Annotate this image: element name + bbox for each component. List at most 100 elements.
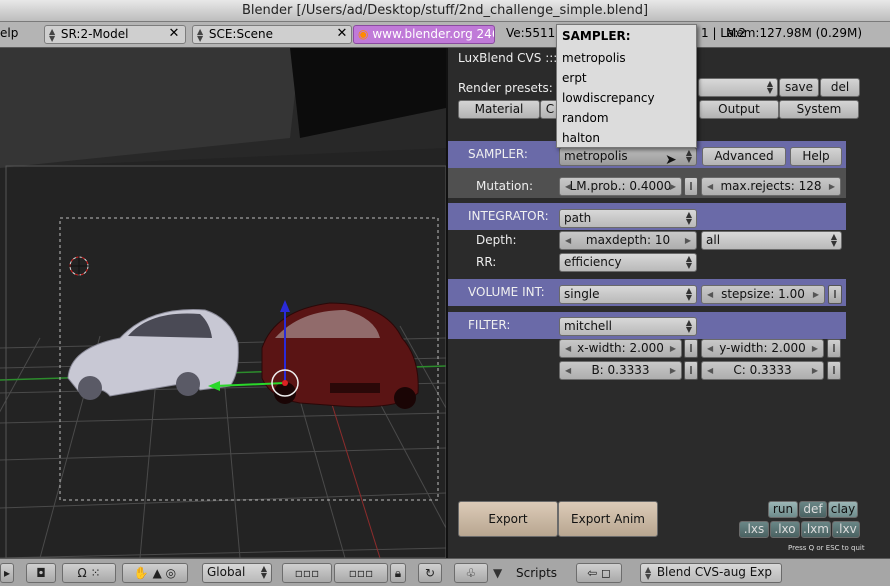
stepsize-toggle[interactable]: I	[828, 285, 842, 304]
save-preset-button[interactable]: save	[779, 78, 819, 97]
filter-label: FILTER:	[468, 318, 511, 332]
left-arrow-icon: ◀	[565, 366, 572, 375]
c-field[interactable]: ◀ C: 0.3333 ▶	[701, 361, 824, 380]
b-field[interactable]: ◀ B: 0.3333 ▶	[559, 361, 682, 380]
export-anim-button[interactable]: Export Anim	[558, 501, 658, 537]
rr-value: efficiency	[564, 255, 622, 269]
updown-icon: ▲ ▼	[49, 26, 56, 43]
lm-prob-toggle[interactable]: I	[684, 177, 698, 196]
updown-icon: ▲ ▼	[645, 564, 652, 581]
depth-label: Depth:	[476, 233, 517, 247]
maxdepth-text: maxdepth: 10	[585, 233, 671, 247]
help-menu[interactable]: elp	[0, 25, 42, 44]
website-link[interactable]: ◉ www.blender.org 246	[353, 25, 495, 44]
y-width-toggle[interactable]: I	[827, 339, 841, 358]
viewport-scene	[0, 48, 446, 558]
bottom-header: ▸ ◘ Ω ⁙ ✋ ▲ ◎ Global ▲ ▼ ▫▫▫ ▫▫▫ 🔒︎ ↻ ♧ ▼…	[0, 558, 890, 586]
sampler-value: metropolis	[564, 149, 628, 163]
layer-buttons-2[interactable]: ▫▫▫	[334, 563, 388, 583]
updown-icon: ▲ ▼	[685, 286, 692, 302]
run-button[interactable]: run	[768, 501, 798, 518]
dropdown-option-random[interactable]: random	[557, 108, 696, 128]
c-toggle[interactable]: I	[827, 361, 841, 380]
screen-name: SR:2-Model	[60, 27, 129, 41]
dropdown-option-halton[interactable]: halton	[557, 128, 696, 148]
dropdown-option-metropolis[interactable]: metropolis	[557, 48, 696, 68]
updown-icon: ▲ ▼	[197, 26, 204, 43]
script-nav-icons[interactable]: ⇦ ◻	[576, 563, 622, 583]
integrator-label: INTEGRATOR:	[468, 209, 549, 223]
mouse-cursor-icon: ➤	[665, 152, 677, 168]
x-width-field[interactable]: ◀ x-width: 2.000 ▶	[559, 339, 682, 358]
updown-icon: ▲ ▼	[685, 148, 692, 164]
script-select[interactable]: ▲ ▼ Blend CVS-aug Exp	[640, 563, 782, 583]
view-menu-icon[interactable]: ▸	[0, 563, 14, 583]
orientation-select[interactable]: Global ▲ ▼	[202, 563, 272, 583]
manipulator-icons[interactable]: ✋ ▲ ◎	[122, 563, 188, 583]
right-arrow-icon: ▶	[812, 290, 819, 299]
screen-selector[interactable]: ▲ ▼ SR:2-Model	[44, 25, 186, 44]
left-arrow-icon: ◀	[707, 290, 714, 299]
left-arrow-icon: ◀	[565, 236, 572, 245]
stepsize-field[interactable]: ◀ stepsize: 1.00 ▶	[701, 285, 825, 304]
close-screen-icon[interactable]: ✕	[166, 25, 182, 44]
scene-selector[interactable]: ▲ ▼ SCE:Scene	[192, 25, 352, 44]
delete-preset-button[interactable]: del	[820, 78, 860, 97]
refresh-icon[interactable]: ↻	[418, 563, 442, 583]
clay-button[interactable]: clay	[828, 501, 858, 518]
lxo-toggle[interactable]: .lxo	[770, 521, 800, 538]
rr-select[interactable]: efficiency ▲ ▼	[559, 253, 697, 272]
b-toggle[interactable]: I	[684, 361, 698, 380]
advanced-button[interactable]: Advanced	[702, 147, 786, 166]
def-button[interactable]: def	[799, 501, 827, 518]
close-scene-icon[interactable]: ✕	[334, 25, 350, 44]
lxs-toggle[interactable]: .lxs	[739, 521, 769, 538]
tab-system[interactable]: System	[779, 100, 859, 119]
max-rejects-text: max.rejects: 128	[720, 179, 822, 193]
x-width-toggle[interactable]: I	[684, 339, 698, 358]
sampler-dropdown: SAMPLER: metropolis erpt lowdiscrepancy …	[556, 24, 697, 148]
scripts-menu[interactable]: Scripts	[516, 566, 557, 580]
background-wall	[0, 48, 300, 168]
script-name: Blend CVS-aug Exp	[656, 565, 773, 579]
export-button[interactable]: Export	[458, 501, 558, 537]
script-window-icon[interactable]: ♧	[454, 563, 488, 583]
maxdepth-field[interactable]: ◀ maxdepth: 10 ▶	[559, 231, 697, 250]
depth-mode-value: all	[706, 233, 721, 247]
red-car-grille	[330, 383, 380, 393]
max-rejects-field[interactable]: ◀ max.rejects: 128 ▶	[701, 177, 841, 196]
mutation-label: Mutation:	[476, 179, 534, 193]
filter-select[interactable]: mitchell ▲ ▼	[559, 317, 697, 336]
3d-viewport[interactable]	[0, 48, 446, 558]
layer-buttons-1[interactable]: ▫▫▫	[282, 563, 332, 583]
memory-usage: Mem:127.98M (0.29M)	[726, 26, 863, 40]
lxm-toggle[interactable]: .lxm	[801, 521, 831, 538]
tab-material[interactable]: Material	[458, 100, 540, 119]
silver-car-wheel	[176, 372, 200, 396]
window-title: Blender [/Users/ad/Desktop/stuff/2nd_cha…	[241, 3, 649, 18]
integrator-select[interactable]: path ▲ ▼	[559, 209, 697, 228]
draw-type-icon[interactable]: Ω ⁙	[62, 563, 116, 583]
render-presets-select[interactable]: ▲ ▼	[698, 78, 778, 97]
filter-value: mitchell	[564, 319, 612, 333]
dropdown-option-lowdiscrepancy[interactable]: lowdiscrepancy	[557, 88, 696, 108]
right-arrow-icon: ▶	[811, 344, 818, 353]
info-header: elp ▲ ▼ SR:2-Model ✕ ▲ ▼ SCE:Scene ✕ ◉ www…	[0, 22, 890, 48]
volume-select[interactable]: single ▲ ▼	[559, 285, 697, 304]
render-presets-label: Render presets:	[458, 81, 553, 95]
tab-output[interactable]: Output	[699, 100, 779, 119]
lxv-toggle[interactable]: .lxv	[832, 521, 860, 538]
y-width-field[interactable]: ◀ y-width: 2.000 ▶	[701, 339, 824, 358]
lm-prob-field[interactable]: ◀ LM.prob.: 0.4000 ▶	[559, 177, 682, 196]
orientation-value: Global	[207, 565, 246, 579]
object-mode-icon[interactable]: ◘	[26, 563, 56, 583]
updown-icon: ▲ ▼	[830, 232, 837, 248]
depth-mode-select[interactable]: all ▲ ▼	[701, 231, 842, 250]
help-button[interactable]: Help	[790, 147, 842, 166]
lock-icon[interactable]: 🔒︎	[390, 563, 406, 583]
left-arrow-icon: ◀	[565, 182, 572, 191]
collapse-arrow-icon[interactable]: ▼	[493, 566, 502, 580]
right-arrow-icon: ▶	[811, 366, 818, 375]
quit-hint: Press Q or ESC to quit	[788, 544, 865, 552]
dropdown-option-erpt[interactable]: erpt	[557, 68, 696, 88]
